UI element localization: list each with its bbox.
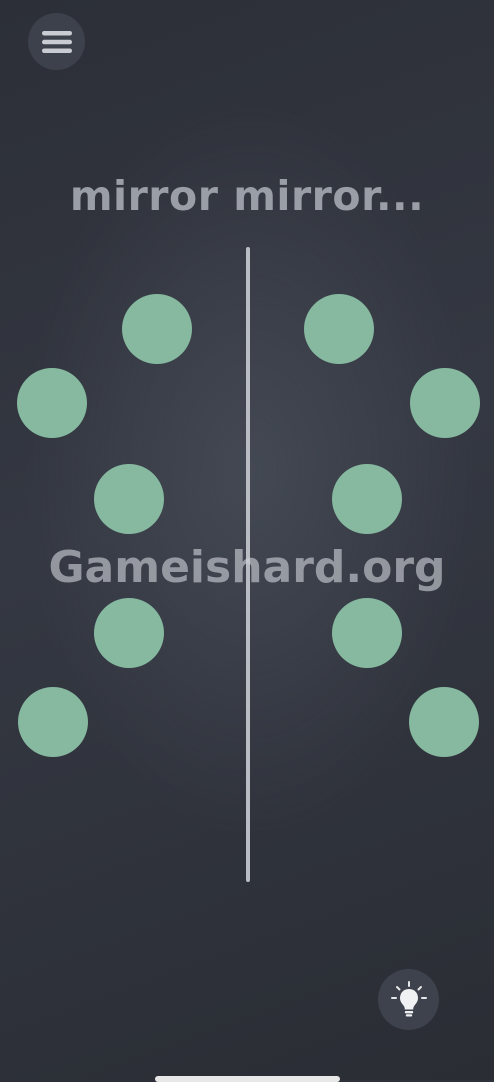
home-indicator[interactable] [155,1076,340,1082]
menu-button[interactable] [28,13,85,70]
right-dot-2[interactable] [410,368,480,438]
right-dot-4[interactable] [332,598,402,668]
right-dot-3[interactable] [332,464,402,534]
puzzle-title: mirror mirror... [69,172,425,220]
lightbulb-icon [390,980,427,1016]
hint-button[interactable] [378,969,439,1030]
left-dot-4[interactable] [94,598,164,668]
left-dot-1[interactable] [122,294,192,364]
mirror-line [246,247,250,882]
right-dot-5[interactable] [409,687,479,757]
left-dot-2[interactable] [17,368,87,438]
left-dot-3[interactable] [94,464,164,534]
left-dot-5[interactable] [18,687,88,757]
right-dot-1[interactable] [304,294,374,364]
hamburger-menu-icon [41,30,72,53]
